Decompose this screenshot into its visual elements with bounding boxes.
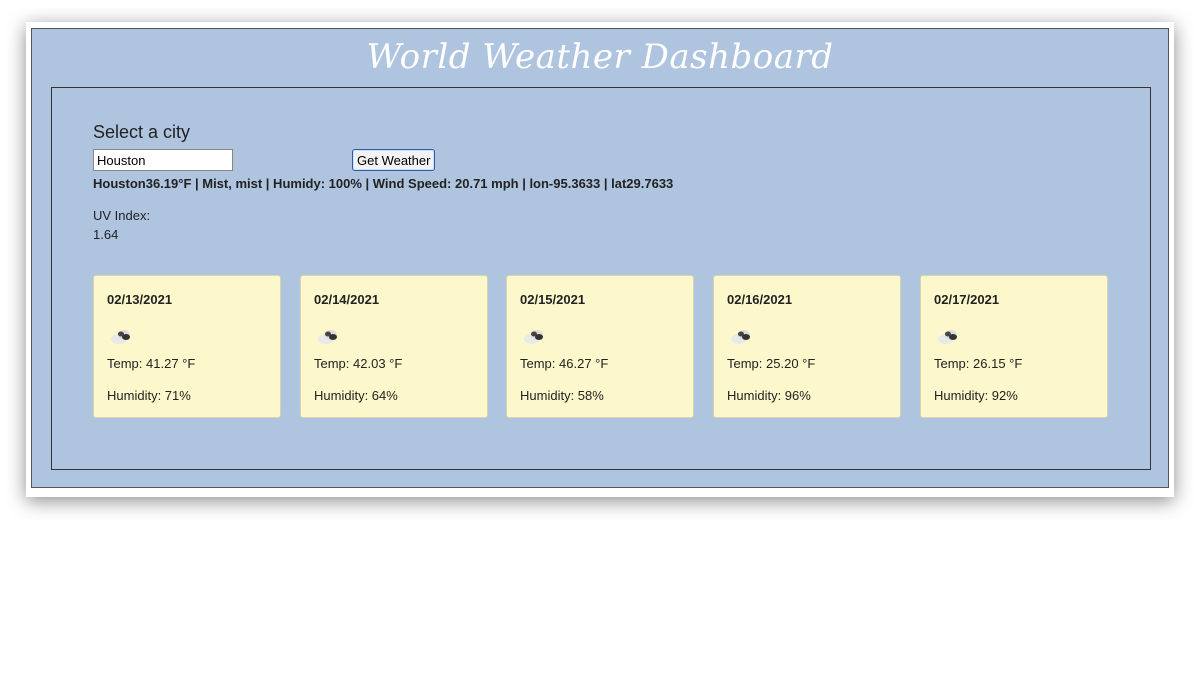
forecast-card: 02/13/2021 Temp: 41.27 °F Humidity: 71% [93,275,281,418]
cloud-icon [111,330,130,344]
weather-panel: Select a city Get Weather Houston36.19°F… [51,87,1151,470]
forecast-card: 02/17/2021 Temp: 26.15 °F Humidity: 92% [920,275,1108,418]
forecast-card: 02/14/2021 Temp: 42.03 °F Humidity: 64% [300,275,488,418]
forecast-date: 02/14/2021 [314,292,380,307]
forecast-card: 02/15/2021 Temp: 46.27 °F Humidity: 58% [506,275,694,418]
get-weather-button[interactable]: Get Weather [352,149,436,171]
forecast-temp: Temp: 46.27 °F [520,356,609,371]
forecast-humidity: Humidity: 92% [934,388,1018,403]
uv-index-value: 1.64 [93,227,119,242]
forecast-card: 02/16/2021 Temp: 25.20 °F Humidity: 96% [713,275,901,418]
cloud-icon [731,330,750,344]
browser-frame: World Weather Dashboard Select a city Ge… [26,22,1174,497]
current-weather-summary: Houston36.19°F | Mist, mist | Humidy: 10… [93,176,674,191]
forecast-date: 02/13/2021 [107,292,173,307]
forecast-cards: 02/13/2021 Temp: 41.27 °F Humidity: 71% … [93,275,1113,418]
uv-index-label: UV Index: [93,208,151,223]
dashboard-container: World Weather Dashboard Select a city Ge… [31,28,1169,488]
forecast-temp: Temp: 25.20 °F [727,356,816,371]
cloud-icon [938,330,957,344]
forecast-humidity: Humidity: 71% [107,388,191,403]
select-city-label: Select a city [93,122,191,142]
cloud-icon [318,330,337,344]
forecast-temp: Temp: 41.27 °F [107,356,196,371]
city-input[interactable] [93,149,233,171]
forecast-humidity: Humidity: 64% [314,388,398,403]
forecast-humidity: Humidity: 96% [727,388,811,403]
forecast-humidity: Humidity: 58% [520,388,604,403]
forecast-date: 02/16/2021 [727,292,793,307]
forecast-date: 02/17/2021 [934,292,1000,307]
forecast-temp: Temp: 26.15 °F [934,356,1023,371]
forecast-date: 02/15/2021 [520,292,586,307]
forecast-temp: Temp: 42.03 °F [314,356,403,371]
cloud-icon [524,330,543,344]
page-title: World Weather Dashboard [366,37,834,77]
